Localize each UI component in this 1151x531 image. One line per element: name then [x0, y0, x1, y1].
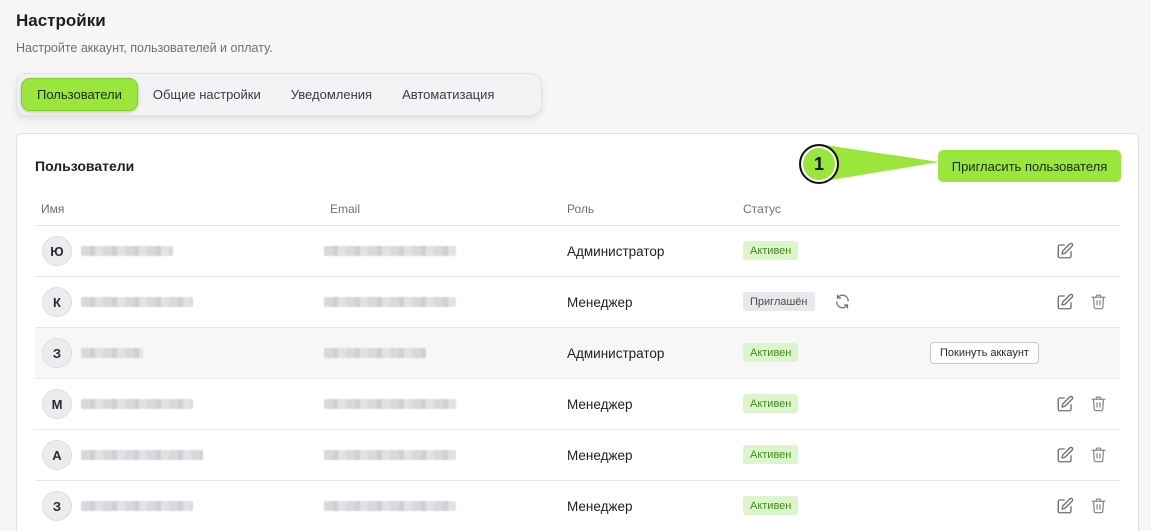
page-title: Настройки	[16, 11, 106, 30]
redacted-email	[324, 399, 456, 409]
redacted-name	[81, 450, 203, 460]
tab-general-settings[interactable]: Общие настройки	[138, 78, 276, 111]
edit-icon[interactable]	[1056, 395, 1074, 413]
column-header-email: Email	[330, 202, 361, 216]
status-badge: Активен	[743, 241, 799, 260]
avatar: А	[42, 440, 72, 470]
tab-users[interactable]: Пользователи	[21, 78, 138, 111]
avatar: К	[42, 287, 72, 317]
step-marker: 1	[799, 144, 839, 184]
leave-account-button[interactable]: Покинуть аккаунт	[930, 342, 1039, 364]
column-header-status: Статус	[743, 202, 781, 216]
trash-icon[interactable]	[1090, 497, 1107, 514]
status-badge: Активен	[743, 496, 799, 515]
avatar: Ю	[42, 236, 72, 266]
invite-user-button[interactable]: Пригласить пользователя	[938, 150, 1121, 182]
settings-tabs: Пользователи Общие настройки Уведомления…	[16, 73, 542, 116]
user-role: Менеджер	[567, 397, 633, 412]
column-header-role: Роль	[567, 202, 595, 216]
table-row: Ю Администратор Активен	[35, 226, 1120, 277]
redacted-email	[324, 501, 456, 511]
table-row: З Администратор Активен Покинуть аккаунт	[35, 328, 1120, 379]
users-card-title: Пользователи	[35, 158, 135, 174]
status-badge: Приглашён	[743, 292, 815, 311]
redacted-name	[81, 297, 193, 307]
users-table-body: Ю Администратор Активен К Менеджер Пригл…	[35, 226, 1120, 531]
status-badge: Активен	[743, 343, 799, 362]
edit-icon[interactable]	[1056, 242, 1074, 260]
avatar: З	[42, 491, 72, 521]
tab-notifications[interactable]: Уведомления	[276, 78, 387, 111]
redacted-name	[81, 348, 143, 358]
callout-arrow	[825, 145, 939, 181]
table-row: А Менеджер Активен	[35, 430, 1120, 481]
edit-icon[interactable]	[1056, 446, 1074, 464]
status-badge: Активен	[743, 394, 799, 413]
user-role: Администратор	[567, 346, 665, 361]
user-role: Администратор	[567, 244, 665, 259]
edit-icon[interactable]	[1056, 497, 1074, 515]
status-badge: Активен	[743, 445, 799, 464]
redacted-email	[324, 450, 456, 460]
user-role: Менеджер	[567, 295, 633, 310]
redacted-email	[324, 348, 426, 358]
trash-icon[interactable]	[1090, 446, 1107, 463]
table-header: Имя Email Роль Статус	[35, 200, 1120, 226]
redacted-name	[81, 501, 193, 511]
edit-icon[interactable]	[1056, 293, 1074, 311]
table-row: З Менеджер Активен	[35, 481, 1120, 531]
trash-icon[interactable]	[1090, 293, 1107, 310]
users-card: Пользователи 1 Пригласить пользователя И…	[16, 133, 1139, 531]
column-header-name: Имя	[41, 202, 65, 216]
page-subtitle: Настройте аккаунт, пользователей и оплат…	[16, 41, 273, 55]
refresh-icon[interactable]	[834, 293, 851, 310]
avatar: З	[42, 338, 72, 368]
redacted-email	[324, 297, 456, 307]
user-role: Менеджер	[567, 499, 633, 514]
user-role: Менеджер	[567, 448, 633, 463]
tab-automation[interactable]: Автоматизация	[387, 78, 509, 111]
redacted-email	[324, 246, 456, 256]
avatar: М	[42, 389, 72, 419]
table-row: К Менеджер Приглашён	[35, 277, 1120, 328]
redacted-name	[81, 246, 173, 256]
table-row: М Менеджер Активен	[35, 379, 1120, 430]
trash-icon[interactable]	[1090, 395, 1107, 412]
redacted-name	[81, 399, 193, 409]
